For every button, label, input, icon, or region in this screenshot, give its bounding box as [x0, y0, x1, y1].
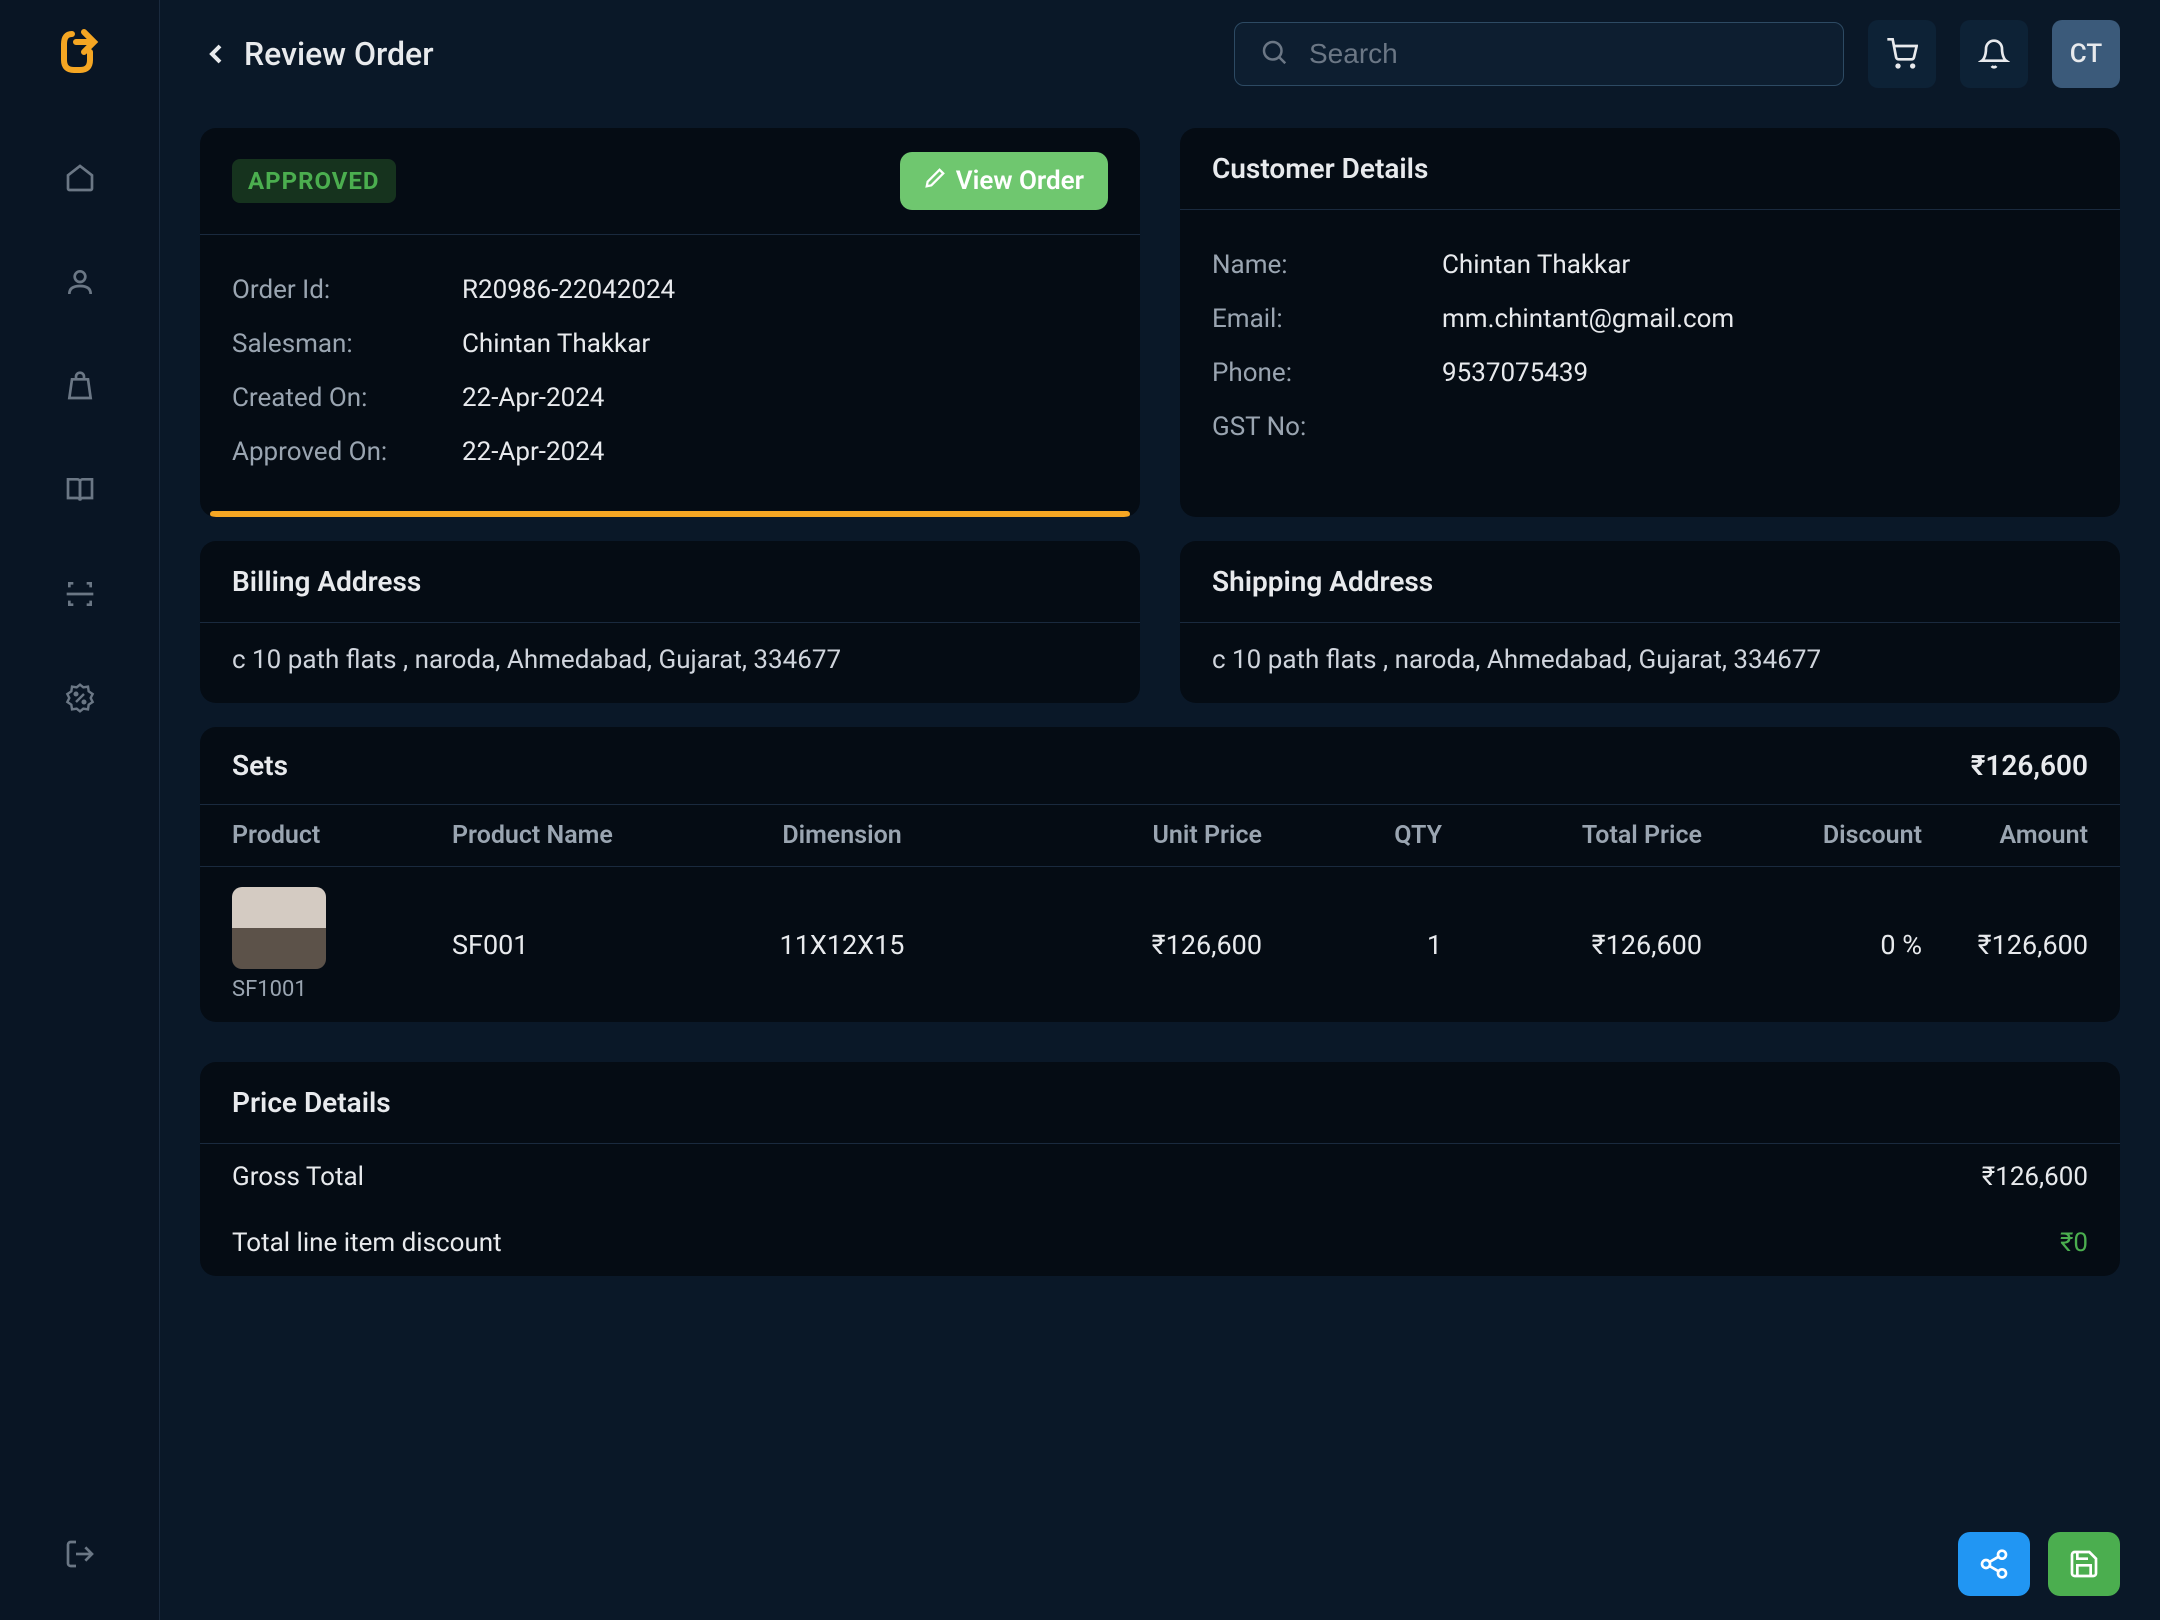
order-card: APPROVED View Order Order Id:R20986-2204… [200, 128, 1140, 517]
main: Review Order CT APPROVED View Order [160, 0, 2160, 1620]
product-cell: SF1001 [232, 887, 452, 1002]
info-value: R20986-22042024 [462, 275, 675, 305]
app-logo [52, 24, 108, 80]
content: APPROVED View Order Order Id:R20986-2204… [160, 108, 2160, 1620]
shipping-title: Shipping Address [1180, 541, 2120, 623]
bottom-actions [1958, 1532, 2120, 1596]
order-info-row: Created On:22-Apr-2024 [232, 371, 1108, 425]
discount-icon[interactable] [62, 680, 98, 716]
info-label: Salesman: [232, 329, 462, 359]
price-details-card: Price Details Gross Total ₹126,600 Total l… [200, 1062, 2120, 1276]
order-info-row: Salesman:Chintan Thakkar [232, 317, 1108, 371]
sidebar-nav [62, 160, 98, 1536]
user-icon[interactable] [62, 264, 98, 300]
info-value: 22-Apr-2024 [462, 437, 604, 467]
customer-info-row: Name:Chintan Thakkar [1212, 238, 2088, 292]
col-discount: Discount [1702, 821, 1922, 850]
col-dimension: Dimension [702, 821, 982, 850]
price-value: ₹126,600 [1982, 1162, 2088, 1192]
view-order-label: View Order [956, 166, 1084, 196]
info-label: Approved On: [232, 437, 462, 467]
home-icon[interactable] [62, 160, 98, 196]
avatar[interactable]: CT [2052, 20, 2120, 88]
info-value: mm.chintant@gmail.com [1442, 304, 1734, 334]
col-total-price: Total Price [1442, 821, 1702, 850]
logout-icon[interactable] [62, 1536, 98, 1572]
product-thumb [232, 887, 326, 969]
customer-card: Customer Details Name:Chintan ThakkarEma… [1180, 128, 2120, 517]
topbar: Review Order CT [160, 0, 2160, 108]
scan-icon[interactable] [62, 576, 98, 612]
save-button[interactable] [2048, 1532, 2120, 1596]
info-value: Chintan Thakkar [462, 329, 650, 359]
book-icon[interactable] [62, 472, 98, 508]
info-label: Name: [1212, 250, 1442, 280]
col-name: Product Name [452, 821, 702, 850]
product-dimension: 11X12X15 [702, 929, 982, 961]
share-button[interactable] [1958, 1532, 2030, 1596]
price-label: Gross Total [232, 1162, 364, 1192]
sidebar-bottom [62, 1536, 98, 1596]
back-button[interactable]: Review Order [200, 35, 434, 73]
customer-info-row: GST No: [1212, 400, 2088, 454]
table-row: SF1001SF00111X12X15₹126,6001₹126,6000 %₹… [200, 867, 2120, 1022]
price-details-title: Price Details [200, 1062, 2120, 1144]
info-value: 9537075439 [1442, 358, 1588, 388]
cart-button[interactable] [1868, 20, 1936, 88]
pencil-icon [924, 166, 946, 196]
customer-info-row: Email:mm.chintant@gmail.com [1212, 292, 2088, 346]
billing-card: Billing Address c 10 path flats , naroda… [200, 541, 1140, 703]
sidebar [0, 0, 160, 1620]
col-amount: Amount [1922, 821, 2088, 850]
sets-title: Sets [232, 749, 288, 782]
price-row: Total line item discount ₹0 [200, 1210, 2120, 1276]
info-label: GST No: [1212, 412, 1442, 442]
product-total-price: ₹126,600 [1442, 929, 1702, 961]
status-badge: APPROVED [232, 159, 396, 203]
sets-total: ₹126,600 [1971, 749, 2088, 782]
shipping-card: Shipping Address c 10 path flats , narod… [1180, 541, 2120, 703]
customer-info-row: Phone:9537075439 [1212, 346, 2088, 400]
view-order-button[interactable]: View Order [900, 152, 1108, 210]
notification-button[interactable] [1960, 20, 2028, 88]
price-value: ₹0 [2060, 1228, 2088, 1258]
search-input[interactable] [1309, 38, 1819, 70]
bag-icon[interactable] [62, 368, 98, 404]
product-unit-price: ₹126,600 [982, 929, 1262, 961]
page-title: Review Order [244, 35, 434, 73]
product-name: SF001 [452, 929, 702, 961]
billing-address: c 10 path flats , naroda, Ahmedabad, Guj… [200, 623, 1140, 703]
product-qty: 1 [1262, 929, 1442, 961]
billing-title: Billing Address [200, 541, 1140, 623]
info-label: Created On: [232, 383, 462, 413]
product-amount: ₹126,600 [1922, 929, 2088, 961]
col-unit-price: Unit Price [982, 821, 1262, 850]
search-box[interactable] [1234, 22, 1844, 86]
info-value: Chintan Thakkar [1442, 250, 1630, 280]
price-row: Gross Total ₹126,600 [200, 1144, 2120, 1210]
shipping-address: c 10 path flats , naroda, Ahmedabad, Guj… [1180, 623, 2120, 703]
info-label: Email: [1212, 304, 1442, 334]
info-label: Order Id: [232, 275, 462, 305]
col-qty: QTY [1262, 821, 1442, 850]
price-label: Total line item discount [232, 1228, 502, 1258]
search-icon [1259, 37, 1289, 71]
product-discount: 0 % [1702, 929, 1922, 961]
product-code: SF1001 [232, 977, 307, 1002]
col-product: Product [232, 821, 452, 850]
info-value: 22-Apr-2024 [462, 383, 604, 413]
info-label: Phone: [1212, 358, 1442, 388]
table-header: Product Product Name Dimension Unit Pric… [200, 805, 2120, 867]
order-info-row: Order Id:R20986-22042024 [232, 263, 1108, 317]
sets-card: Sets ₹126,600 Product Product Name Dimen… [200, 727, 2120, 1022]
customer-title: Customer Details [1180, 128, 2120, 210]
order-info-row: Approved On:22-Apr-2024 [232, 425, 1108, 479]
